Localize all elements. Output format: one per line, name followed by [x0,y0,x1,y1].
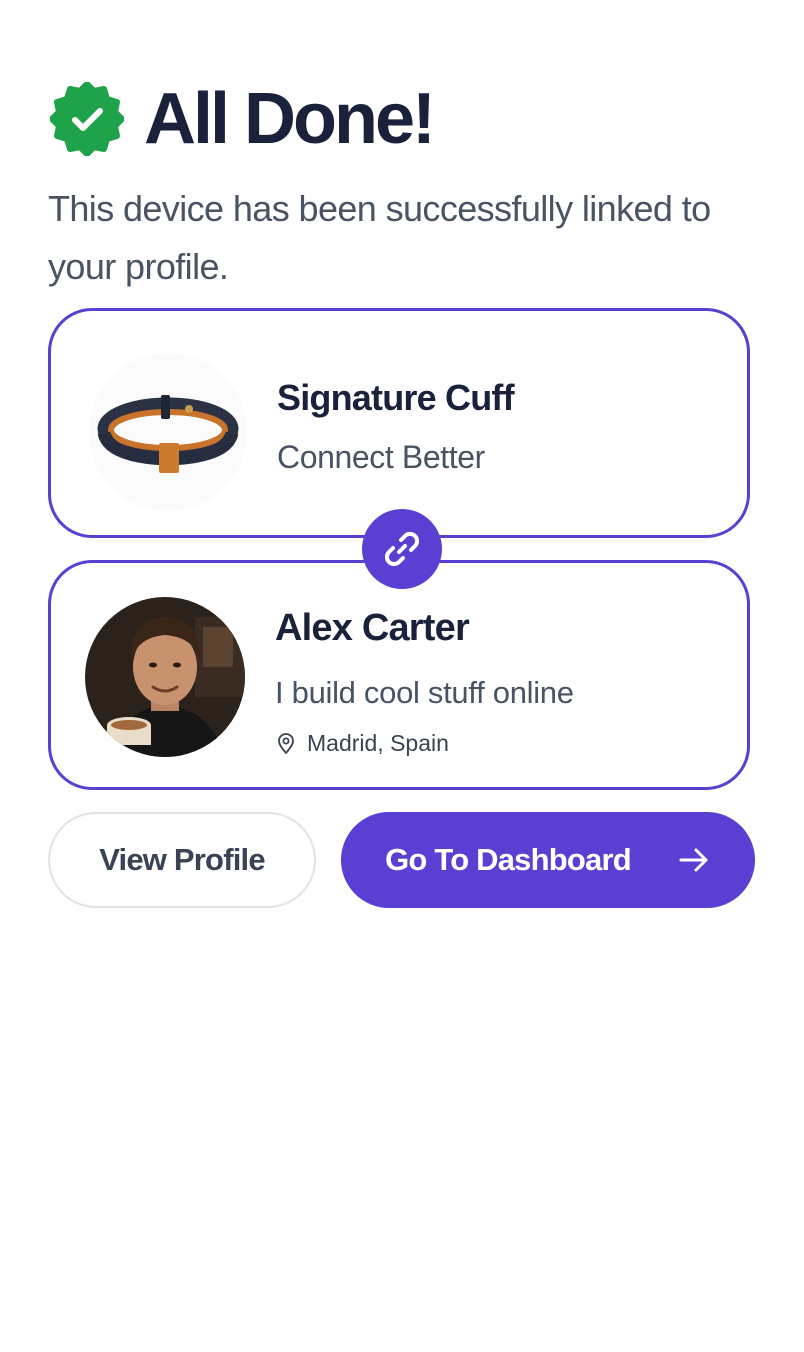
device-tagline: Connect Better [277,439,485,475]
device-card: Signature Cuff Connect Better [48,308,750,538]
avatar [85,597,245,757]
success-message: This device has been successfully linked… [48,188,711,287]
verified-badge-icon [50,82,124,156]
profile-location: Madrid, Spain [275,730,449,757]
device-image [89,353,247,511]
map-pin-icon [278,732,294,754]
view-profile-button[interactable]: View Profile [48,812,316,908]
arrow-right-icon [679,848,708,872]
profile-bio: I build cool stuff online [275,675,574,710]
cuff-bracelet-image [97,395,239,473]
profile-name: Alex Carter [275,607,470,649]
link-icon [384,531,420,567]
dashboard-label: Go To Dashboard [385,842,632,877]
completion-header: All Done! [50,79,436,159]
profile-card: Alex Carter I build cool stuff online Ma… [48,560,750,790]
profile-photo [85,597,245,757]
page-title: All Done! [144,79,436,159]
device-name: Signature Cuff [277,377,515,418]
location-text: Madrid, Spain [307,730,449,756]
go-to-dashboard-button[interactable]: Go To Dashboard [341,812,755,908]
view-profile-label: View Profile [99,842,265,877]
link-badge [362,509,442,589]
